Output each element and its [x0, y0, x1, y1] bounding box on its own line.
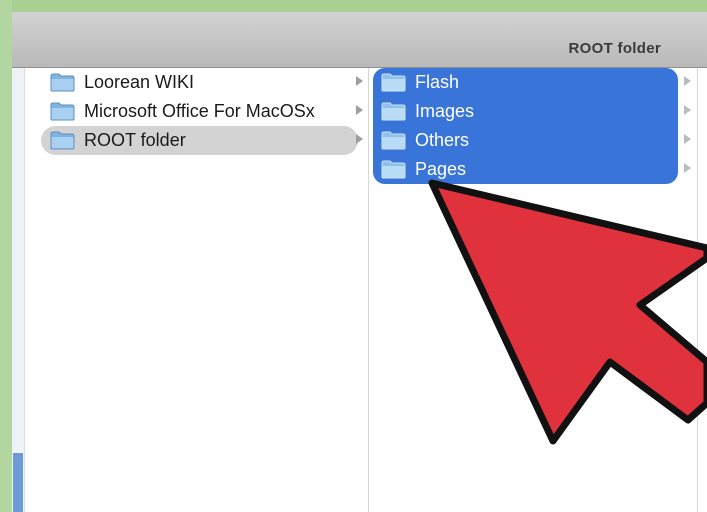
disclosure-arrow-icon	[684, 105, 691, 115]
folder-icon	[50, 102, 75, 121]
disclosure-arrow-icon	[356, 76, 363, 86]
folder-icon	[50, 131, 75, 150]
folder-label: Microsoft Office For MacOSx	[84, 101, 315, 121]
disclosure-arrow-icon	[356, 105, 363, 115]
folder-row-root-folder[interactable]: ROOT folder	[24, 126, 368, 155]
folder-icon	[381, 160, 406, 179]
disclosure-arrow-icon	[356, 134, 363, 144]
folder-label: Loorean WIKI	[84, 72, 195, 92]
disclosure-arrow-icon	[684, 163, 691, 173]
folder-label: Pages	[415, 159, 467, 179]
column-browser: Loorean WIKI Microsoft Office For MacOSx…	[12, 68, 707, 512]
window-edge-top	[0, 0, 707, 12]
title-bar[interactable]: ROOT folder	[12, 12, 707, 68]
folder-row-microsoft-office[interactable]: Microsoft Office For MacOSx	[24, 97, 368, 126]
folder-label: ROOT folder	[84, 130, 186, 150]
folder-row-flash[interactable]: Flash	[369, 68, 697, 97]
folder-row-images[interactable]: Images	[369, 97, 697, 126]
folder-icon	[50, 73, 75, 92]
finder-window: ROOT folder Loorean WIKI Microsoft Offic…	[0, 0, 707, 512]
folder-label: Images	[415, 101, 475, 121]
browser-column-1: Loorean WIKI Microsoft Office For MacOSx…	[24, 68, 369, 512]
scrollbar-thumb[interactable]	[13, 453, 23, 512]
folder-icon	[381, 102, 406, 121]
browser-column-2: Flash Images Others Pages	[369, 68, 698, 512]
folder-row-pages[interactable]: Pages	[369, 155, 697, 184]
window-edge-left	[0, 0, 12, 512]
folder-icon	[381, 73, 406, 92]
folder-row-loorean-wiki[interactable]: Loorean WIKI	[24, 68, 368, 97]
disclosure-arrow-icon	[684, 134, 691, 144]
folder-label: Flash	[415, 72, 460, 92]
window-title: ROOT folder	[568, 40, 661, 57]
folder-icon	[381, 131, 406, 150]
folder-label: Others	[415, 130, 470, 150]
folder-row-others[interactable]: Others	[369, 126, 697, 155]
disclosure-arrow-icon	[684, 76, 691, 86]
